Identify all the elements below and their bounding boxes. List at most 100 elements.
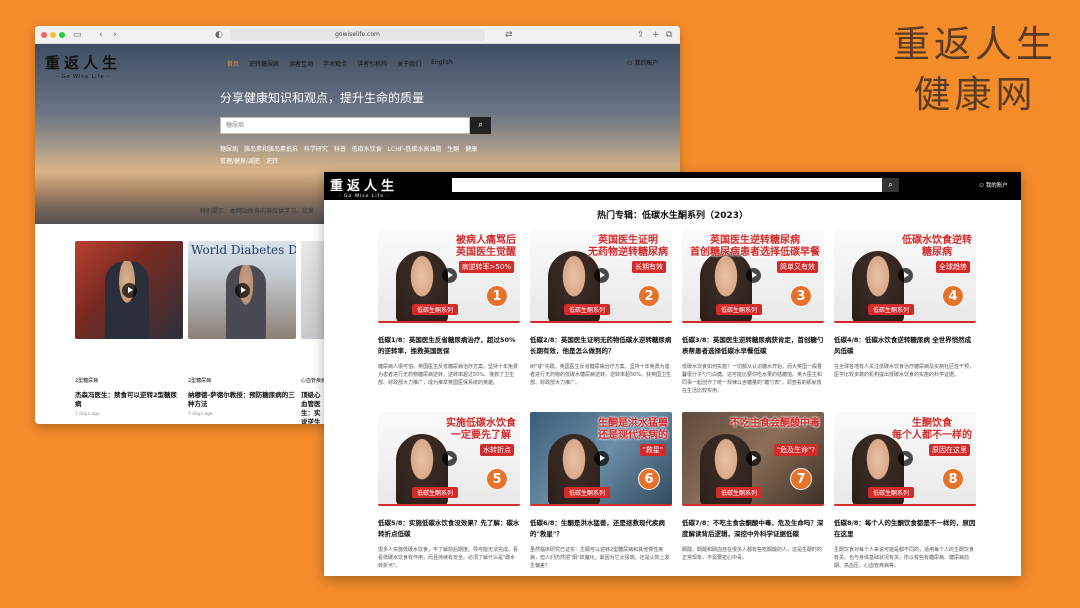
search-button[interactable]: ⌕ [882, 178, 899, 192]
nav-english[interactable]: English [431, 59, 453, 68]
video-thumbnail[interactable]: 英国医生逆转糖尿病 首创糖尿病患者选择低碳早餐 简单又有效 低碳生酮系列 3 [682, 229, 824, 323]
site-logo[interactable]: 重返人生 - Go Wise Life - [45, 52, 121, 80]
series-pill: 低碳生酮系列 [716, 304, 763, 315]
thumbnail-headline: 不吃主食会酮酸中毒 [730, 418, 820, 429]
featured-card[interactable]: 被病人痛骂后 英国医生觉醒 病逆转率>50% 低碳生酮系列 1 低碳1/8：英国医生反省… [378, 229, 520, 395]
video-thumbnail[interactable]: 不吃主食会酮酸中毒 "危及生命"? 低碳生酮系列 7 [682, 412, 824, 506]
featured-card-title[interactable]: 低碳1/8：英国医生反省糖尿病治疗，超过50%的逆转率，挽救英国医保 [378, 335, 520, 357]
nav-speakers[interactable]: 讲者引机构 [357, 59, 387, 68]
article-date: 7 days ago [75, 412, 100, 417]
featured-card-title[interactable]: 低碳4/8：低碳水饮食逆转糖尿病 全世界悄然成风低碳 [834, 335, 976, 357]
back-arrow-icon[interactable]: ‹ [99, 29, 103, 41]
speaker-figure [105, 261, 149, 339]
address-bar[interactable]: gowiselife.com [230, 29, 485, 41]
tag-link[interactable]: 低碳水饮食 [352, 146, 382, 153]
account-link[interactable]: ⚇ 我的账户 [627, 58, 658, 67]
share-icon[interactable]: ⇪ [637, 29, 645, 41]
featured-card[interactable]: 生酮饮食 每个人都不一样的 原因在这里 低碳生酮系列 8 低碳8/8：每个人的生酮饮食都… [834, 412, 976, 576]
article-title[interactable]: 纳穆德-萨德尔教授：预防糖尿病的三种方法 [188, 391, 296, 409]
thumbnail-badge: "危及生命"? [773, 444, 818, 456]
featured-card-title[interactable]: 低碳5/8：实施低碳水饮食没效果？先了解：碳水转折点低碳 [378, 518, 520, 540]
play-icon[interactable] [235, 283, 250, 298]
article-date: 7 days ago [188, 412, 213, 417]
featured-card[interactable]: 低碳水饮食逆转 糖尿病 全球趋势 低碳生酮系列 4 低碳4/8：低碳水饮食逆转糖尿病 全… [834, 229, 976, 395]
play-icon[interactable] [898, 451, 913, 466]
account-label: 我的账户 [634, 60, 659, 67]
episode-number: 2 [638, 285, 660, 307]
play-icon[interactable] [594, 451, 609, 466]
series-pill: 低碳生酮系列 [412, 304, 459, 315]
search-button[interactable]: ⌕ [470, 117, 491, 134]
search-input[interactable]: 糖尿病 [220, 117, 470, 134]
nav-about[interactable]: 关于我们 [397, 59, 421, 68]
tag-link[interactable]: 科学研究 [304, 146, 328, 153]
featured-card[interactable]: 不吃主食会酮酸中毒 "危及生命"? 低碳生酮系列 7 低碳7/8：不吃主食会酮酸中毒、危… [682, 412, 824, 576]
featured-card[interactable]: 生酮是洪水猛兽 还是现代疾病的 "救星" 低碳生酮系列 6 低碳6/8：生酮是洪水猛兽，… [530, 412, 672, 576]
featured-heading: 热门专辑：低碳水生酮系列（2023） [596, 211, 749, 221]
tag-link[interactable]: LCHF-低碳水高油脂 [388, 146, 442, 153]
featured-card-title[interactable]: 低碳3/8：英国医生逆转糖尿病获肯定，首创糖勺表帮患者选择低碳水早餐低碳 [682, 335, 824, 357]
search-icon: ⌕ [477, 120, 484, 130]
episode-number: 3 [790, 285, 812, 307]
nav-reverse-diabetes[interactable]: 逆转糖尿病 [249, 59, 279, 68]
close-window-button[interactable] [41, 32, 47, 38]
article-card[interactable]: World Diabetes D 2型糖尿病 纳穆德-萨德尔教授：预防糖尿病的三… [188, 241, 296, 417]
tag-link[interactable]: 逆转 [266, 158, 278, 165]
video-thumbnail[interactable]: 生酮饮食 每个人都不一样的 原因在这里 低碳生酮系列 8 [834, 412, 976, 506]
video-thumbnail[interactable]: 低碳水饮食逆转 糖尿病 全球趋势 低碳生酮系列 4 [834, 229, 976, 323]
play-icon[interactable] [594, 268, 609, 283]
article-title[interactable]: 顶级心血管医生：实说逆生 [301, 391, 325, 424]
featured-card-title[interactable]: 低碳8/8：每个人的生酮饮食都是不一样的，原因在这里 [834, 518, 976, 540]
article-category[interactable]: 2型糖尿病 [75, 377, 183, 384]
translate-icon[interactable]: ⇄ [505, 29, 513, 41]
main-nav: 首页 逆转糖尿病 读者互动 学术观点 讲者引机构 关于我们 English [227, 59, 453, 68]
nav-home[interactable]: 首页 [227, 59, 239, 68]
thumbnail-badge: 全球趋势 [936, 261, 970, 273]
tag-link[interactable]: 生酮 [447, 146, 459, 153]
video-thumbnail[interactable] [75, 241, 183, 339]
play-icon[interactable] [442, 268, 457, 283]
tabs-overview-icon[interactable]: ⧉ [666, 29, 672, 41]
play-icon[interactable] [122, 283, 137, 298]
play-icon[interactable] [442, 451, 457, 466]
thumbnail-headline: 英国医生证明 无药物逆转糖尿病 [588, 235, 668, 258]
zoom-window-button[interactable] [59, 32, 65, 38]
tag-link[interactable]: 胰岛素和胰岛素抵抗 [244, 146, 298, 153]
site-logo[interactable]: 重返人生 - Go Wise Life - [330, 175, 398, 199]
tag-link[interactable]: 科普 [334, 146, 346, 153]
search-input[interactable] [452, 178, 882, 192]
play-icon[interactable] [746, 451, 761, 466]
video-thumbnail[interactable]: 英国医生证明 无药物逆转糖尿病 长期有效 低碳生酮系列 2 [530, 229, 672, 323]
video-thumbnail[interactable]: 实施低碳水饮食 一定要先了解 水转折点 低碳生酮系列 5 [378, 412, 520, 506]
article-title[interactable]: 杰森冯医生：禁食可以逆转2型糖尿病 [75, 391, 183, 409]
nav-reader-interaction[interactable]: 读者互动 [289, 59, 313, 68]
play-icon[interactable] [898, 268, 913, 283]
featured-card-excerpt: 树"疑"先践。英国医生反省糖尿病治疗方案。坚持十年免费为患者进行无药物的低碳水糖… [530, 364, 672, 386]
video-thumbnail[interactable]: 生酮是洪水猛兽 还是现代疾病的 "救星" 低碳生酮系列 6 [530, 412, 672, 506]
play-icon[interactable] [746, 268, 761, 283]
account-link[interactable]: ⚇ 我的账户 [979, 181, 1008, 189]
forward-arrow-icon[interactable]: › [113, 29, 117, 41]
featured-card[interactable]: 实施低碳水饮食 一定要先了解 水转折点 低碳生酮系列 5 低碳5/8：实施低碳水饮食没效… [378, 412, 520, 576]
tag-link[interactable]: 糖尿病 [220, 146, 238, 153]
site-header: 重返人生 - Go Wise Life - ⌕ ⚇ 我的账户 [324, 172, 1021, 200]
minimize-window-button[interactable] [50, 32, 56, 38]
featured-card-excerpt: 糖尿病人很可怕。英国医生反省糖尿病治疗方案。坚持十年免费为患者进行无药物糖尿病逆… [378, 364, 519, 386]
featured-card[interactable]: 英国医生证明 无药物逆转糖尿病 长期有效 低碳生酮系列 2 低碳2/8：英国医生证明无药… [530, 229, 672, 395]
featured-card-title[interactable]: 低碳7/8：不吃主食会酮酸中毒、危及生命吗？深度解读背后逻辑，深挖中外科学证据低… [682, 518, 824, 540]
site-logo-title: 重返人生 [45, 54, 122, 72]
video-thumbnail[interactable]: 被病人痛骂后 英国医生觉醒 病逆转率>50% 低碳生酮系列 1 [378, 229, 520, 323]
article-card[interactable]: 2型糖尿病 杰森冯医生：禁食可以逆转2型糖尿病 7 days ago [75, 241, 183, 417]
speaker-figure [226, 265, 266, 339]
featured-card[interactable]: 英国医生逆转糖尿病 首创糖尿病患者选择低碳早餐 简单又有效 低碳生酮系列 3 低碳3/8… [682, 229, 824, 395]
article-category[interactable]: 2型糖尿病 [188, 377, 296, 384]
sidebar-icon[interactable]: ▭ [73, 29, 82, 41]
video-thumbnail[interactable]: World Diabetes D [188, 241, 296, 339]
new-tab-icon[interactable]: + [652, 29, 660, 41]
nav-academic-views[interactable]: 学术观点 [323, 59, 347, 68]
featured-card-title[interactable]: 低碳2/8：英国医生证明无药物低碳水逆转糖尿病长期有效，他是怎么做到的？ [530, 335, 672, 357]
hero-tagline: 分享健康知识和观点，提升生命的质量 [220, 91, 425, 105]
tag-list: 糖尿病 胰岛素和胰岛素抵抗 科学研究 科普 低碳水饮食 LCHF-低碳水高油脂 … [220, 144, 480, 168]
thumbnail-headline: 英国医生逆转糖尿病 首创糖尿病患者选择低碳早餐 [690, 235, 820, 258]
featured-card-title[interactable]: 低碳6/8：生酮是洪水猛兽，还是拯救现代疾病的"救星"？ [530, 518, 672, 540]
